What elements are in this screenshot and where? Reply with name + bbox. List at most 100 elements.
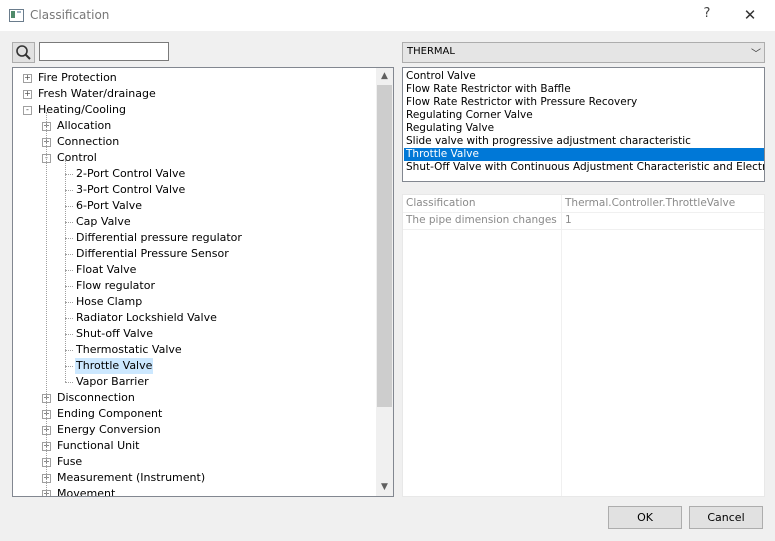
tree-item[interactable]: Vapor Barrier <box>13 374 373 390</box>
property-name: Classification <box>406 197 476 209</box>
tree-item-label: Vapor Barrier <box>76 375 149 388</box>
classification-tree[interactable]: ▲ ▼ + Fire Protection + Fresh Water/drainag… <box>12 67 394 497</box>
tree-connector <box>65 350 73 351</box>
list-item[interactable]: Regulating Corner Valve <box>404 109 764 122</box>
tree-item[interactable]: Throttle Valve <box>13 358 373 374</box>
tree-item[interactable]: Differential Pressure Sensor <box>13 246 373 262</box>
collapse-icon[interactable]: - <box>23 106 32 115</box>
properties-grid: Classification Thermal.Controller.Throttl… <box>402 194 765 497</box>
tree-item-label: Thermostatic Valve <box>76 343 182 356</box>
app-icon <box>9 9 24 22</box>
close-button[interactable]: ✕ <box>743 6 757 24</box>
tree-connector <box>65 174 73 175</box>
tree-item-label: Differential pressure regulator <box>76 231 242 244</box>
tree-item-label: Connection <box>57 135 120 148</box>
tree-item[interactable]: Differential pressure regulator <box>13 230 373 246</box>
tree-item[interactable]: Shut-off Valve <box>13 326 373 342</box>
list-item[interactable]: Throttle Valve <box>404 148 764 161</box>
category-select-value: THERMAL <box>407 46 455 57</box>
tree-item[interactable]: + Disconnection <box>13 390 373 406</box>
tree-item[interactable]: + Connection <box>13 134 373 150</box>
tree-connector <box>65 190 73 191</box>
list-item[interactable]: Flow Rate Restrictor with Pressure Recov… <box>404 96 764 109</box>
tree-item[interactable]: + Fuse <box>13 454 373 470</box>
tree-item[interactable]: Cap Valve <box>13 214 373 230</box>
title-bar: Classification ? ✕ <box>0 0 775 31</box>
category-select[interactable]: THERMAL ﹀ <box>402 42 765 63</box>
tree-connector <box>65 238 73 239</box>
properties-column-divider <box>561 195 562 496</box>
tree-item-label: Cap Valve <box>76 215 131 228</box>
tree-item[interactable]: + Fresh Water/drainage <box>13 86 373 102</box>
type-list[interactable]: Control Valve Flow Rate Restrictor with B… <box>402 67 765 182</box>
tree-scrollbar[interactable]: ▲ ▼ <box>376 68 393 496</box>
tree-item-label: Float Valve <box>76 263 137 276</box>
tree-item-label: Disconnection <box>57 391 135 404</box>
tree-connector <box>65 222 73 223</box>
tree-item[interactable]: - Heating/Cooling <box>13 102 373 118</box>
ok-button[interactable]: OK <box>608 506 682 529</box>
property-row[interactable]: Classification Thermal.Controller.Throttl… <box>403 195 764 213</box>
tree-connector <box>65 254 73 255</box>
chevron-down-icon: ﹀ <box>751 49 761 60</box>
tree-item[interactable]: Radiator Lockshield Valve <box>13 310 373 326</box>
tree-connector <box>65 318 73 319</box>
scroll-thumb[interactable] <box>377 85 392 407</box>
expand-icon[interactable]: + <box>23 90 32 99</box>
tree-item-label: Throttle Valve <box>75 358 154 374</box>
tree-item[interactable]: Hose Clamp <box>13 294 373 310</box>
list-item[interactable]: Regulating Valve <box>404 122 764 135</box>
tree-item-label: Shut-off Valve <box>76 327 153 340</box>
tree-item-label: Measurement (Instrument) <box>57 471 206 484</box>
tree-connector <box>65 160 66 382</box>
tree-item[interactable]: + Allocation <box>13 118 373 134</box>
expand-icon[interactable]: + <box>23 74 32 83</box>
tree-item-label: Functional Unit <box>57 439 140 452</box>
tree-item[interactable]: + Ending Component <box>13 406 373 422</box>
help-button[interactable]: ? <box>700 6 714 24</box>
tree-item[interactable]: 2-Port Control Valve <box>13 166 373 182</box>
cancel-button[interactable]: Cancel <box>689 506 763 529</box>
window-title: Classification <box>30 8 110 22</box>
search-button[interactable] <box>12 42 35 63</box>
tree-connector <box>65 302 73 303</box>
list-item[interactable]: Slide valve with progressive adjustment … <box>404 135 764 148</box>
tree-item[interactable]: + Energy Conversion <box>13 422 373 438</box>
tree-connector <box>65 366 73 367</box>
scroll-down-icon[interactable]: ▼ <box>376 479 393 496</box>
tree-item[interactable]: 6-Port Valve <box>13 198 373 214</box>
tree-item-label: Fire Protection <box>38 71 117 84</box>
tree-item[interactable]: + Fire Protection <box>13 70 373 86</box>
tree-connector <box>65 270 73 271</box>
tree-item-label: 6-Port Valve <box>76 199 143 212</box>
tree-connector <box>65 286 73 287</box>
scroll-up-icon[interactable]: ▲ <box>376 68 393 85</box>
search-input[interactable] <box>39 42 169 61</box>
tree-item[interactable]: + Measurement (Instrument) <box>13 470 373 486</box>
tree-connector <box>65 206 73 207</box>
tree-item-label: Ending Component <box>57 407 163 420</box>
tree-item-label: Hose Clamp <box>76 295 143 308</box>
tree-item[interactable]: - Control <box>13 150 373 166</box>
tree-item[interactable]: Float Valve <box>13 262 373 278</box>
tree-item[interactable]: + Movement <box>13 486 373 497</box>
property-row[interactable]: The pipe dimension changes ... 1 <box>403 212 764 230</box>
tree-item[interactable]: Thermostatic Valve <box>13 342 373 358</box>
tree-item-label: Control <box>57 151 97 164</box>
tree-connector <box>46 112 47 496</box>
tree-item-label: Allocation <box>57 119 112 132</box>
tree-item-label: Movement <box>57 487 116 497</box>
tree-item[interactable]: Flow regulator <box>13 278 373 294</box>
property-value: Thermal.Controller.ThrottleValve <box>565 197 736 209</box>
tree-item-label: Heating/Cooling <box>38 103 127 116</box>
property-value: 1 <box>565 214 572 226</box>
tree-item-label: Fuse <box>57 455 83 468</box>
tree-item[interactable]: 3-Port Control Valve <box>13 182 373 198</box>
list-item[interactable]: Shut-Off Valve with Continuous Adjustmen… <box>404 161 764 174</box>
tree-connector <box>65 334 73 335</box>
search-icon <box>16 45 31 60</box>
list-item[interactable]: Control Valve <box>404 70 764 83</box>
list-item[interactable]: Flow Rate Restrictor with Baffle <box>404 83 764 96</box>
tree-item[interactable]: + Functional Unit <box>13 438 373 454</box>
property-name: The pipe dimension changes ... <box>406 214 558 226</box>
